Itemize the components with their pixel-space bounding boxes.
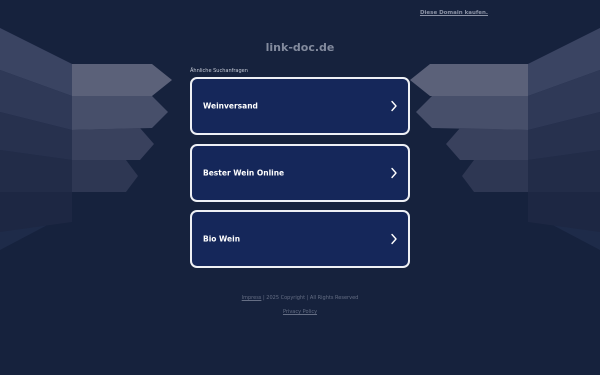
- related-searches-label: Ähnliche Suchanfragen: [190, 68, 248, 74]
- related-search-label: Weinversand: [203, 101, 258, 111]
- related-search-link-bio-wein[interactable]: Bio Wein: [190, 210, 410, 268]
- buy-domain-link[interactable]: Diese Domain kaufen.: [420, 10, 488, 16]
- chevron-right-icon: [391, 167, 397, 179]
- copyright-text: | 2025 Copyright | All Rights Reserved: [263, 295, 359, 301]
- footer-privacy: Privacy Policy: [0, 309, 600, 315]
- imprint-link[interactable]: Impress: [242, 295, 262, 301]
- footer-copyright: Impress | 2025 Copyright | All Rights Re…: [0, 295, 600, 301]
- chevron-right-icon: [391, 100, 397, 112]
- chevron-right-icon: [391, 233, 397, 245]
- related-search-label: Bio Wein: [203, 234, 241, 244]
- related-search-label: Bester Wein Online: [203, 168, 285, 178]
- related-search-link-bester-wein-online[interactable]: Bester Wein Online: [190, 144, 410, 202]
- site-title: link-doc.de: [265, 41, 335, 54]
- related-search-link-weinversand[interactable]: Weinversand: [190, 77, 410, 135]
- parked-domain-page: Diese Domain kaufen. link-doc.de Ähnlich…: [0, 0, 600, 375]
- privacy-policy-link[interactable]: Privacy Policy: [283, 309, 317, 315]
